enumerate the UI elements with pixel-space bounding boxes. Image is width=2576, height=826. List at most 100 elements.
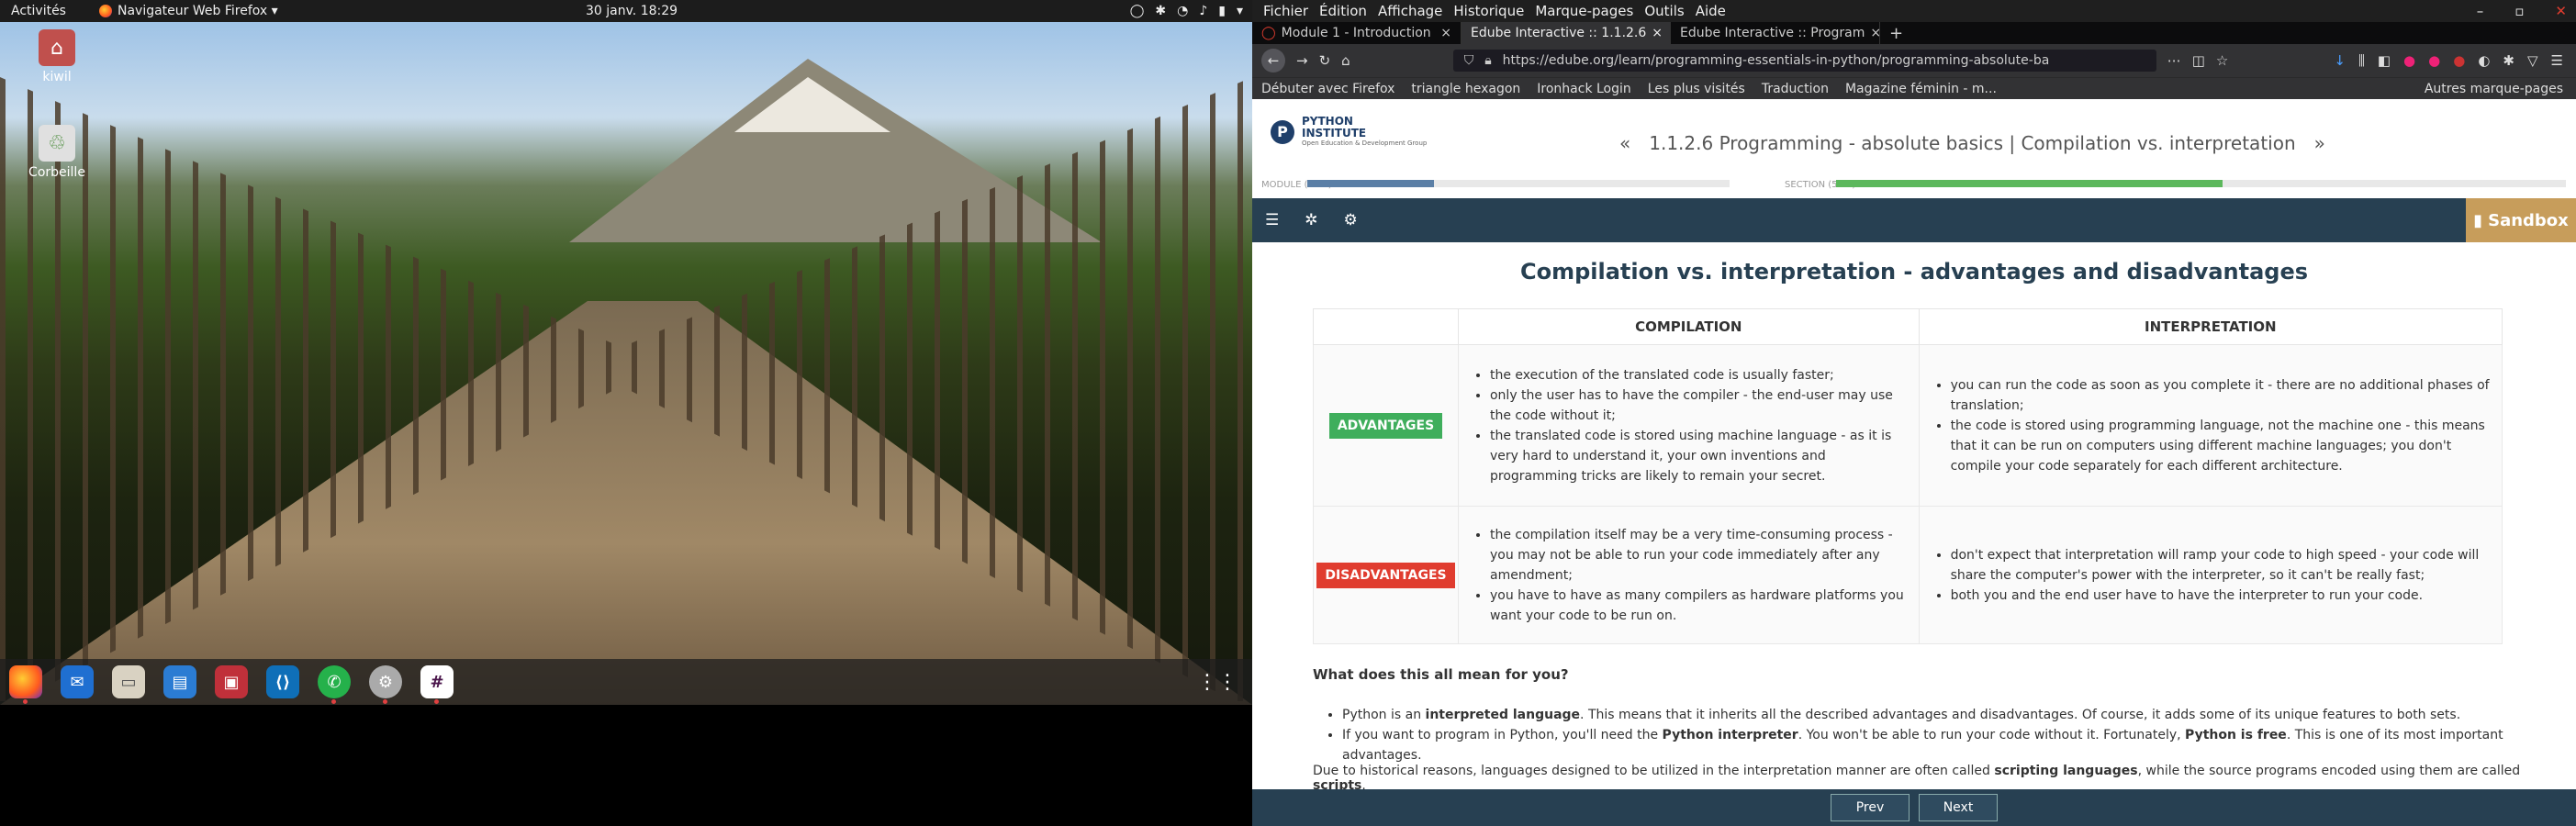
list-item: If you want to program in Python, you'll…: [1342, 725, 2536, 765]
menu-edition[interactable]: Édition: [1319, 3, 1367, 19]
download-icon[interactable]: ↓: [2334, 52, 2346, 69]
bookmark-item[interactable]: Ironhack Login: [1537, 82, 1631, 96]
tab-bar: ◯ Module 1 - Introduction × Edube Intera…: [1252, 22, 2576, 44]
reload-icon[interactable]: ↻: [1319, 52, 1331, 69]
extension-icon[interactable]: ✱: [2503, 52, 2514, 69]
menu-fichier[interactable]: Fichier: [1263, 3, 1308, 19]
tab-close-icon[interactable]: ×: [1870, 26, 1879, 40]
files-dock-icon[interactable]: ▭: [112, 665, 145, 698]
home-icon[interactable]: ⌂: [1341, 52, 1350, 69]
library-icon[interactable]: ⫼: [2358, 52, 2365, 69]
show-apps-icon[interactable]: ⋮⋮: [1197, 671, 1238, 694]
page-heading: Compilation vs. interpretation - advanta…: [1519, 259, 2309, 285]
more-icon[interactable]: ⋯: [2167, 52, 2181, 69]
menu-outils[interactable]: Outils: [1644, 3, 1684, 19]
extension-icon[interactable]: ▽: [2527, 52, 2538, 69]
opera-favicon-icon: ◯: [1261, 26, 1276, 40]
sidebar-icon[interactable]: ◧: [2378, 52, 2391, 69]
extension-icon[interactable]: ◐: [2478, 52, 2490, 69]
tab-module-1[interactable]: ◯ Module 1 - Introduction ×: [1252, 22, 1462, 44]
sandbox-button[interactable]: ▮ Sandbox: [2466, 198, 2576, 242]
system-tray[interactable]: ◯ ✱ ◔ ♪ ▮ ▾: [1130, 4, 1243, 18]
vscode-dock-icon[interactable]: ⟨⟩: [266, 665, 299, 698]
list-item: the compilation itself may be a very tim…: [1490, 525, 1908, 586]
menu-marque-pages[interactable]: Marque-pages: [1535, 3, 1633, 19]
tab-edube-active[interactable]: Edube Interactive :: 1.1.2.6 ×: [1462, 22, 1671, 44]
list: the execution of the translated code is …: [1475, 365, 1908, 486]
bookmark-item[interactable]: Débuter avec Firefox: [1261, 82, 1394, 96]
desktop-icon-label: Corbeille: [28, 165, 85, 180]
activities-button[interactable]: Activités: [11, 4, 66, 18]
tab-edube-program[interactable]: Edube Interactive :: Program ×: [1671, 22, 1880, 44]
next-button[interactable]: Next: [1919, 794, 1998, 821]
running-indicator: [434, 699, 439, 704]
clock[interactable]: 30 janv. 18:29: [586, 4, 678, 18]
disadvantages-badge: DISADVANTAGES: [1316, 562, 1455, 588]
menu-aide[interactable]: Aide: [1696, 3, 1726, 19]
prev-button[interactable]: Prev: [1831, 794, 1910, 821]
close-window-icon[interactable]: ✕: [2555, 3, 2567, 19]
hamburger-menu-icon[interactable]: ☰: [2551, 52, 2563, 69]
list-item: the translated code is stored using mach…: [1490, 426, 1908, 486]
tab-close-icon[interactable]: ×: [1652, 26, 1663, 40]
logo-line3: Open Education & Development Group: [1302, 140, 1428, 147]
menu-historique[interactable]: Historique: [1453, 3, 1524, 19]
minimize-icon[interactable]: –: [2477, 3, 2484, 19]
lesson-title: 1.1.2.6 Programming - absolute basics | …: [1649, 132, 2296, 154]
extension-icon[interactable]: ●: [2403, 52, 2415, 69]
extension-icon[interactable]: ●: [2428, 52, 2440, 69]
system-menu-icon[interactable]: ▾: [1237, 4, 1243, 18]
shield-icon[interactable]: ⛉: [1464, 53, 1474, 68]
app-menu[interactable]: Navigateur Web Firefox ▾: [98, 4, 278, 18]
table-header-row: COMPILATION INTERPRETATION: [1313, 308, 2503, 345]
pager-bar: Prev Next: [1252, 789, 2576, 826]
pocket-icon[interactable]: ◫: [2192, 52, 2205, 69]
new-tab-button[interactable]: +: [1880, 22, 1917, 44]
bookmark-item[interactable]: Les plus visités: [1648, 82, 1745, 96]
desktop-icon-home[interactable]: ⌂ kiwil: [20, 29, 94, 84]
list-item: don't expect that interpretation will ra…: [1951, 545, 2491, 586]
bookmark-item[interactable]: triangle hexagon: [1411, 82, 1520, 96]
firefox-dock-icon[interactable]: [9, 665, 42, 704]
list-item: Python is an interpreted language. This …: [1342, 705, 2536, 725]
prev-lesson-arrow[interactable]: «: [1619, 132, 1630, 154]
running-indicator: [331, 699, 336, 704]
back-icon[interactable]: ←: [1261, 49, 1285, 73]
list-item: the code is stored using programming lan…: [1951, 416, 2491, 476]
tab-label: Edube Interactive :: 1.1.2.6: [1471, 26, 1647, 40]
volume-icon[interactable]: ♪: [1199, 4, 1207, 18]
settings-dock-icon[interactable]: ⚙: [369, 665, 402, 704]
bookmark-star-icon[interactable]: ☆: [2216, 52, 2228, 69]
running-indicator: [23, 699, 28, 704]
url-bar[interactable]: ⛉ 🔒︎ https://edube.org/learn/programming…: [1452, 50, 2156, 72]
maximize-icon[interactable]: ▫: [2514, 3, 2524, 19]
menu-icon[interactable]: ☰: [1265, 211, 1279, 229]
thunderbird-dock-icon[interactable]: ✉: [61, 665, 94, 698]
lock-icon[interactable]: 🔒︎: [1484, 53, 1491, 68]
whatsapp-dock-icon[interactable]: ✆: [318, 665, 351, 704]
section-progress-bar: [1836, 180, 2566, 187]
gear-icon[interactable]: ⚙: [1344, 211, 1358, 229]
next-lesson-arrow[interactable]: »: [2314, 132, 2325, 154]
header-interpretation: INTERPRETATION: [1918, 308, 2503, 345]
wifi-icon[interactable]: ◔: [1177, 4, 1188, 18]
bookmark-item[interactable]: Traduction: [1762, 82, 1829, 96]
app-center-dock-icon[interactable]: ▣: [215, 665, 248, 698]
bug-icon[interactable]: ✲: [1305, 211, 1317, 229]
slack-dock-icon[interactable]: #: [420, 665, 454, 704]
forward-icon[interactable]: →: [1296, 52, 1308, 69]
bookmark-item[interactable]: Magazine féminin - m...: [1845, 82, 1997, 96]
settings-tray-icon[interactable]: ✱: [1155, 4, 1166, 18]
python-institute-logo[interactable]: P PYTHON INSTITUTE Open Education & Deve…: [1271, 116, 1427, 148]
writer-dock-icon[interactable]: ▤: [163, 665, 196, 698]
extension-icon[interactable]: ●: [2453, 52, 2465, 69]
desktop-icon-trash[interactable]: ♲ Corbeille: [20, 125, 94, 180]
logo-line2: INSTITUTE: [1302, 127, 1367, 140]
menu-affichage[interactable]: Affichage: [1378, 3, 1442, 19]
battery-icon[interactable]: ▮: [1218, 4, 1226, 18]
section-question: What does this all mean for you?: [1313, 666, 1569, 683]
other-bookmarks[interactable]: Autres marque-pages: [2425, 82, 2576, 96]
whatsapp-tray-icon[interactable]: ◯: [1130, 4, 1145, 18]
table-cell: don't expect that interpretation will ra…: [1918, 506, 2503, 644]
tab-close-icon[interactable]: ×: [1440, 26, 1451, 40]
